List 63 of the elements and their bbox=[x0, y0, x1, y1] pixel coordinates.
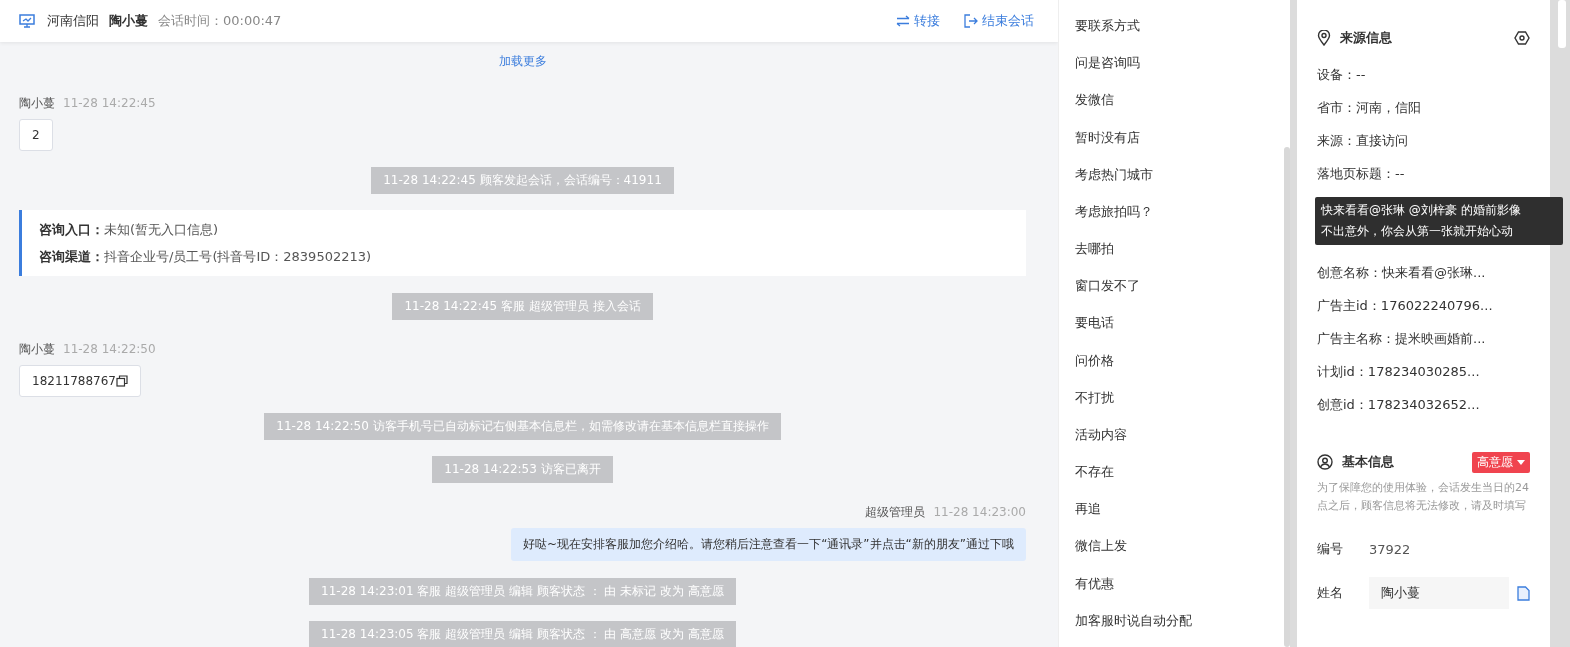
section-title: 来源信息 bbox=[1340, 29, 1392, 47]
message-time: 11-28 14:22:45 bbox=[63, 96, 156, 110]
message-time: 11-28 14:22:50 bbox=[63, 342, 156, 356]
quick-reply-item[interactable]: 有优惠 bbox=[1059, 572, 1130, 610]
document-icon[interactable] bbox=[1517, 585, 1530, 601]
message-bubble: 好哒~现在安排客服加您介绍哈。请您稍后注意查看一下“通讯录”并点击“新的朋友”通过下哦 bbox=[511, 528, 1026, 561]
quick-reply-item[interactable]: 要联系方式 bbox=[1059, 15, 1156, 53]
info-value: 抖音企业号/员工号(抖音号ID：2839502213) bbox=[104, 249, 372, 264]
swap-arrows-icon bbox=[896, 15, 910, 27]
field-value: 37922 bbox=[1369, 541, 1411, 557]
visitor-location: 河南信阳 bbox=[47, 12, 99, 30]
status-dropdown[interactable]: 高意愿 bbox=[1472, 451, 1530, 473]
quick-reply-item[interactable]: 再追 bbox=[1059, 498, 1117, 536]
quick-reply-item[interactable]: 加客服时说自动分配 bbox=[1059, 609, 1208, 647]
source-field: 落地页标题：-- bbox=[1317, 157, 1530, 190]
source-field: 创意id：178234032652... bbox=[1317, 388, 1530, 421]
quick-reply-item[interactable]: 不打扰 bbox=[1059, 386, 1130, 424]
source-field: 省市：河南，信阳 bbox=[1317, 91, 1530, 124]
message-time: 11-28 14:23:00 bbox=[933, 505, 1026, 519]
info-value: 未知(暂无入口信息) bbox=[104, 222, 219, 237]
quick-reply-item[interactable]: 问价格 bbox=[1059, 349, 1130, 387]
session-duration: 会话时间：00:00:47 bbox=[158, 12, 282, 30]
quick-reply-item[interactable]: 发微信 bbox=[1059, 89, 1130, 127]
name-input[interactable]: 陶小蔓 bbox=[1369, 577, 1509, 609]
user-circle-icon bbox=[1317, 454, 1333, 470]
quick-reply-item[interactable]: 去哪拍 bbox=[1059, 238, 1130, 276]
notice-text: 为了保障您的使用体验，会话发生当日的24点之后，顾客信息将无法修改，请及时填写 bbox=[1317, 480, 1530, 514]
quick-reply-item[interactable]: 不存在 bbox=[1059, 461, 1130, 499]
location-pin-icon bbox=[1317, 30, 1331, 46]
settings-icon[interactable] bbox=[1514, 30, 1530, 46]
source-field: 来源：直接访问 bbox=[1317, 124, 1530, 157]
sender-name: 超级管理员 bbox=[865, 504, 926, 521]
end-session-button[interactable]: 结束会话 bbox=[964, 12, 1034, 30]
sender-name: 陶小蔓 bbox=[19, 95, 55, 112]
quick-reply-item[interactable]: 微信上发 bbox=[1059, 535, 1143, 573]
source-field: 广告主id：176022240796... bbox=[1317, 289, 1530, 322]
quick-reply-item[interactable]: 考虑热门城市 bbox=[1059, 163, 1169, 201]
load-more-link[interactable]: 加载更多 bbox=[498, 53, 547, 70]
quick-reply-item[interactable]: 暂时没有店 bbox=[1059, 126, 1156, 164]
monitor-icon bbox=[19, 14, 35, 28]
source-field: 计划id：178234030285... bbox=[1317, 355, 1530, 388]
message-text: 2 bbox=[32, 128, 40, 142]
sender-name: 陶小蔓 bbox=[19, 341, 55, 358]
source-field: 创意名称：快来看看@张琳... bbox=[1317, 256, 1530, 289]
exit-icon bbox=[964, 14, 978, 28]
message-text: 18211788767 bbox=[32, 374, 116, 388]
info-label: 咨询入口： bbox=[39, 222, 104, 237]
quick-reply-item[interactable]: 考虑旅拍吗？ bbox=[1059, 200, 1169, 239]
field-label: 编号 bbox=[1317, 540, 1344, 558]
quick-reply-item[interactable]: 要电话 bbox=[1059, 312, 1130, 350]
copy-icon[interactable] bbox=[116, 375, 128, 387]
caret-icon bbox=[1517, 459, 1525, 465]
tooltip: 快来看看@张琳 @刘梓豪 的婚前影像 不出意外，你会从第一张就开始心动 bbox=[1315, 197, 1563, 245]
visitor-name: 陶小蔓 bbox=[109, 12, 148, 30]
section-title: 基本信息 bbox=[1342, 453, 1394, 471]
quick-reply-item[interactable]: 窗口发不了 bbox=[1059, 275, 1156, 313]
info-label: 咨询渠道： bbox=[39, 249, 104, 264]
transfer-button[interactable]: 转接 bbox=[896, 12, 940, 30]
field-label: 姓名 bbox=[1317, 584, 1344, 602]
quick-reply-item[interactable]: 活动内容 bbox=[1059, 423, 1143, 462]
source-field: 广告主名称：提米映画婚前... bbox=[1317, 322, 1530, 355]
quick-reply-item[interactable]: 问是咨询吗 bbox=[1059, 52, 1156, 90]
source-field: 设备：-- bbox=[1317, 58, 1530, 91]
